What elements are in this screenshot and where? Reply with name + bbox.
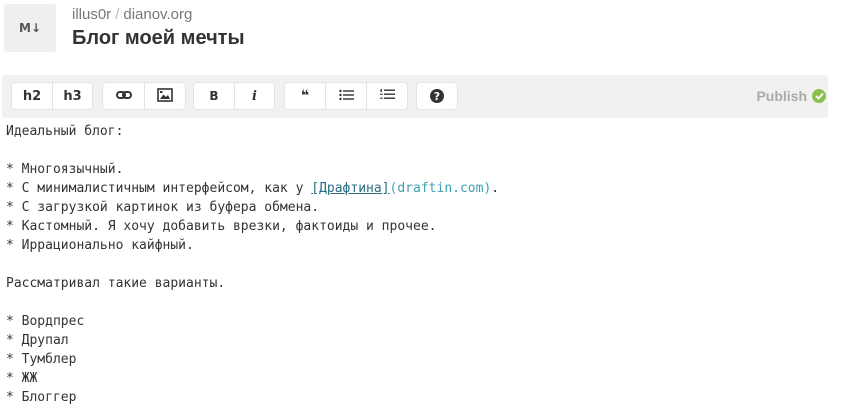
bullet-list-icon [338,89,354,104]
editor-line: * С загрузкой картинок из буфера обмена. [6,200,320,215]
editor-line: * Вордпрес [6,314,85,329]
image-icon [157,87,173,105]
editor-line: Рассматривал такие варианты. [6,276,226,291]
editor-line-suffix: . [491,181,500,196]
editor-line-text: * С минималистичным интерфейсом, как у [6,181,312,196]
help-button[interactable]: ? [417,83,457,109]
editor-line-with-link: * С минималистичным интерфейсом, как у [… [6,179,499,198]
help-button-group: ? [417,83,457,109]
breadcrumb-user[interactable]: illus0r [72,6,111,23]
italic-button[interactable]: i [234,83,274,109]
editor-line: * Друпал [6,333,69,348]
link-icon [115,89,132,104]
numbered-list-icon [379,88,395,104]
format-button-group: B i [194,83,274,109]
h2-button[interactable]: h2 [12,83,52,109]
breadcrumb-separator: / [115,6,120,23]
editor-toolbar: h2 h3 B i ❝ ? Publish [2,75,828,118]
checkmark-icon [812,89,826,103]
insert-button-group [103,83,185,109]
editor-line: * ЖЖ [6,371,38,386]
numbered-list-button[interactable] [366,83,407,109]
quote-button[interactable]: ❝ [285,83,325,109]
list-button-group: ❝ [285,83,407,109]
editor-line: * Многоязычный. [6,162,124,177]
markdown-logo[interactable]: M↓ [4,4,56,52]
help-icon: ? [430,89,444,103]
breadcrumb-site[interactable]: dianov.org [123,6,192,23]
editor-line: * Тумблер [6,352,77,367]
editor-line: * Иррационально кайфный. [6,238,194,253]
editor-line: * Кастомный. Я хочу добавить врезки, фак… [6,219,437,234]
heading-button-group: h2 h3 [12,83,92,109]
insert-image-button[interactable] [144,83,185,109]
markdown-logo-text: M↓ [19,21,41,35]
bold-button[interactable]: B [194,83,234,109]
page-title: Блог моей мечты [72,27,245,49]
h3-button[interactable]: h3 [52,83,92,109]
publish-button[interactable]: Publish [756,88,826,104]
editor-line: Идеальный блог: [6,124,124,139]
markdown-link-url: (draftin.com) [389,181,492,196]
insert-link-button[interactable] [103,83,144,109]
publish-label: Publish [756,88,807,104]
markdown-link-text: [Драфтина] [311,181,390,196]
bullet-list-button[interactable] [325,83,366,109]
editor-line: * Блоггер [6,390,77,405]
markdown-editor[interactable]: Идеальный блог: * Многоязычный. * С мини… [6,122,499,407]
breadcrumb: illus0r / dianov.org [72,6,192,23]
